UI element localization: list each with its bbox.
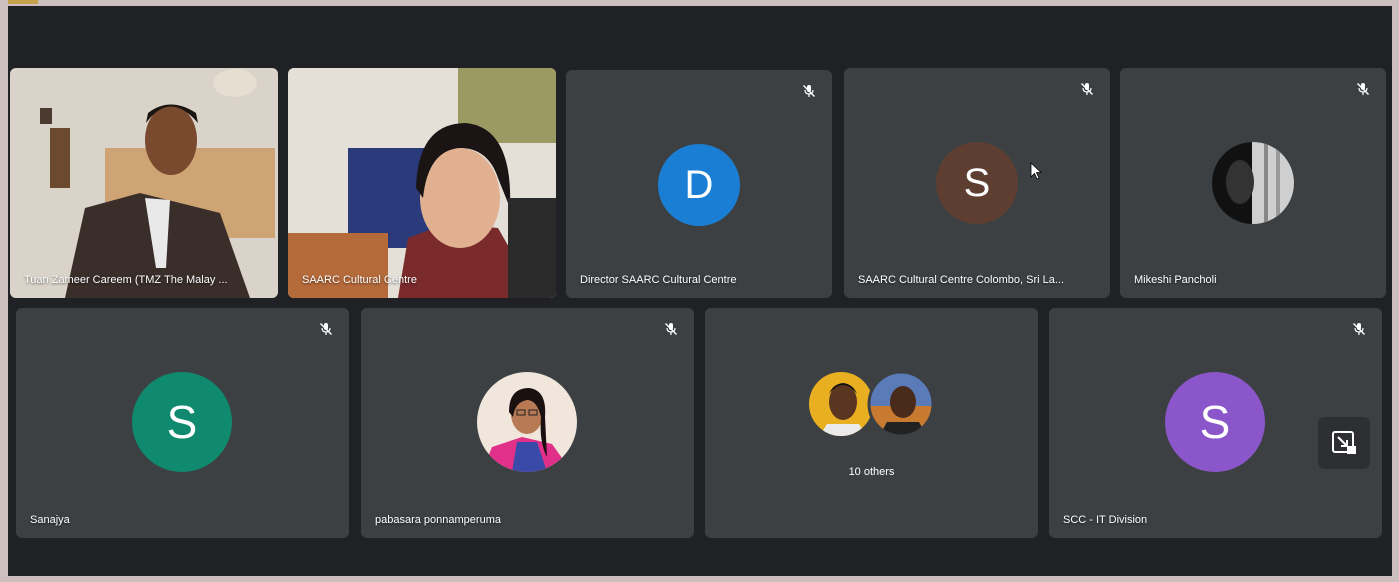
participant-name: SAARC Cultural Centre [302,274,417,286]
participant-tile-others[interactable]: 10 others [705,308,1038,538]
avatar [1212,142,1294,224]
participant-tile-director[interactable]: D Director SAARC Cultural Centre [566,70,832,298]
mic-off-icon [1081,83,1093,95]
avatar-initial: D [684,162,714,207]
window-accent [8,0,38,4]
participant-tile-tuan[interactable]: Tuan Zameer Careem (TMZ The Malay ... [10,68,278,298]
picture-in-picture-button[interactable] [1318,417,1370,469]
mic-off-icon [803,85,815,97]
participant-name: SAARC Cultural Centre Colombo, Sri La... [858,274,1065,286]
avatar: S [1165,372,1265,472]
avatar: S [132,372,232,472]
participant-tile-sanajya[interactable]: S Sanajya [16,308,349,538]
participant-name: Sanajya [30,514,70,526]
participant-tile-mikeshi[interactable]: Mikeshi Pancholi [1120,68,1386,298]
mic-off-icon [1357,83,1369,95]
participant-tile-saarc[interactable]: SAARC Cultural Centre [288,68,556,298]
others-avatars [809,370,935,438]
mic-off-icon [1353,323,1365,335]
others-count-label: 10 others [848,466,895,478]
participant-name: Tuan Zameer Careem (TMZ The Malay ... [24,274,228,286]
participant-name: Director SAARC Cultural Centre [580,274,737,286]
participant-tile-pabasara[interactable]: pabasara ponnamperuma [361,308,694,538]
mouse-cursor-icon [1030,162,1042,180]
participant-video [10,68,278,298]
avatar [477,372,577,472]
participant-tile-saarc-colombo[interactable]: S SAARC Cultural Centre Colombo, Sri La.… [844,68,1110,298]
mic-off-icon [665,323,677,335]
meeting-grid: Tuan Zameer Careem (TMZ The Malay ... SA… [8,6,1392,576]
avatar-initial: S [166,396,198,448]
participant-name: pabasara ponnamperuma [375,514,501,526]
avatar-initial: S [1199,396,1231,448]
picture-in-picture-icon [1332,431,1356,454]
mic-off-icon [320,323,332,335]
avatar: D [658,144,740,226]
avatar: S [936,142,1018,224]
avatar-initial: S [963,160,991,205]
participant-video [288,68,556,298]
participant-name: Mikeshi Pancholi [1134,274,1217,286]
participant-name: SCC - IT Division [1063,514,1148,526]
